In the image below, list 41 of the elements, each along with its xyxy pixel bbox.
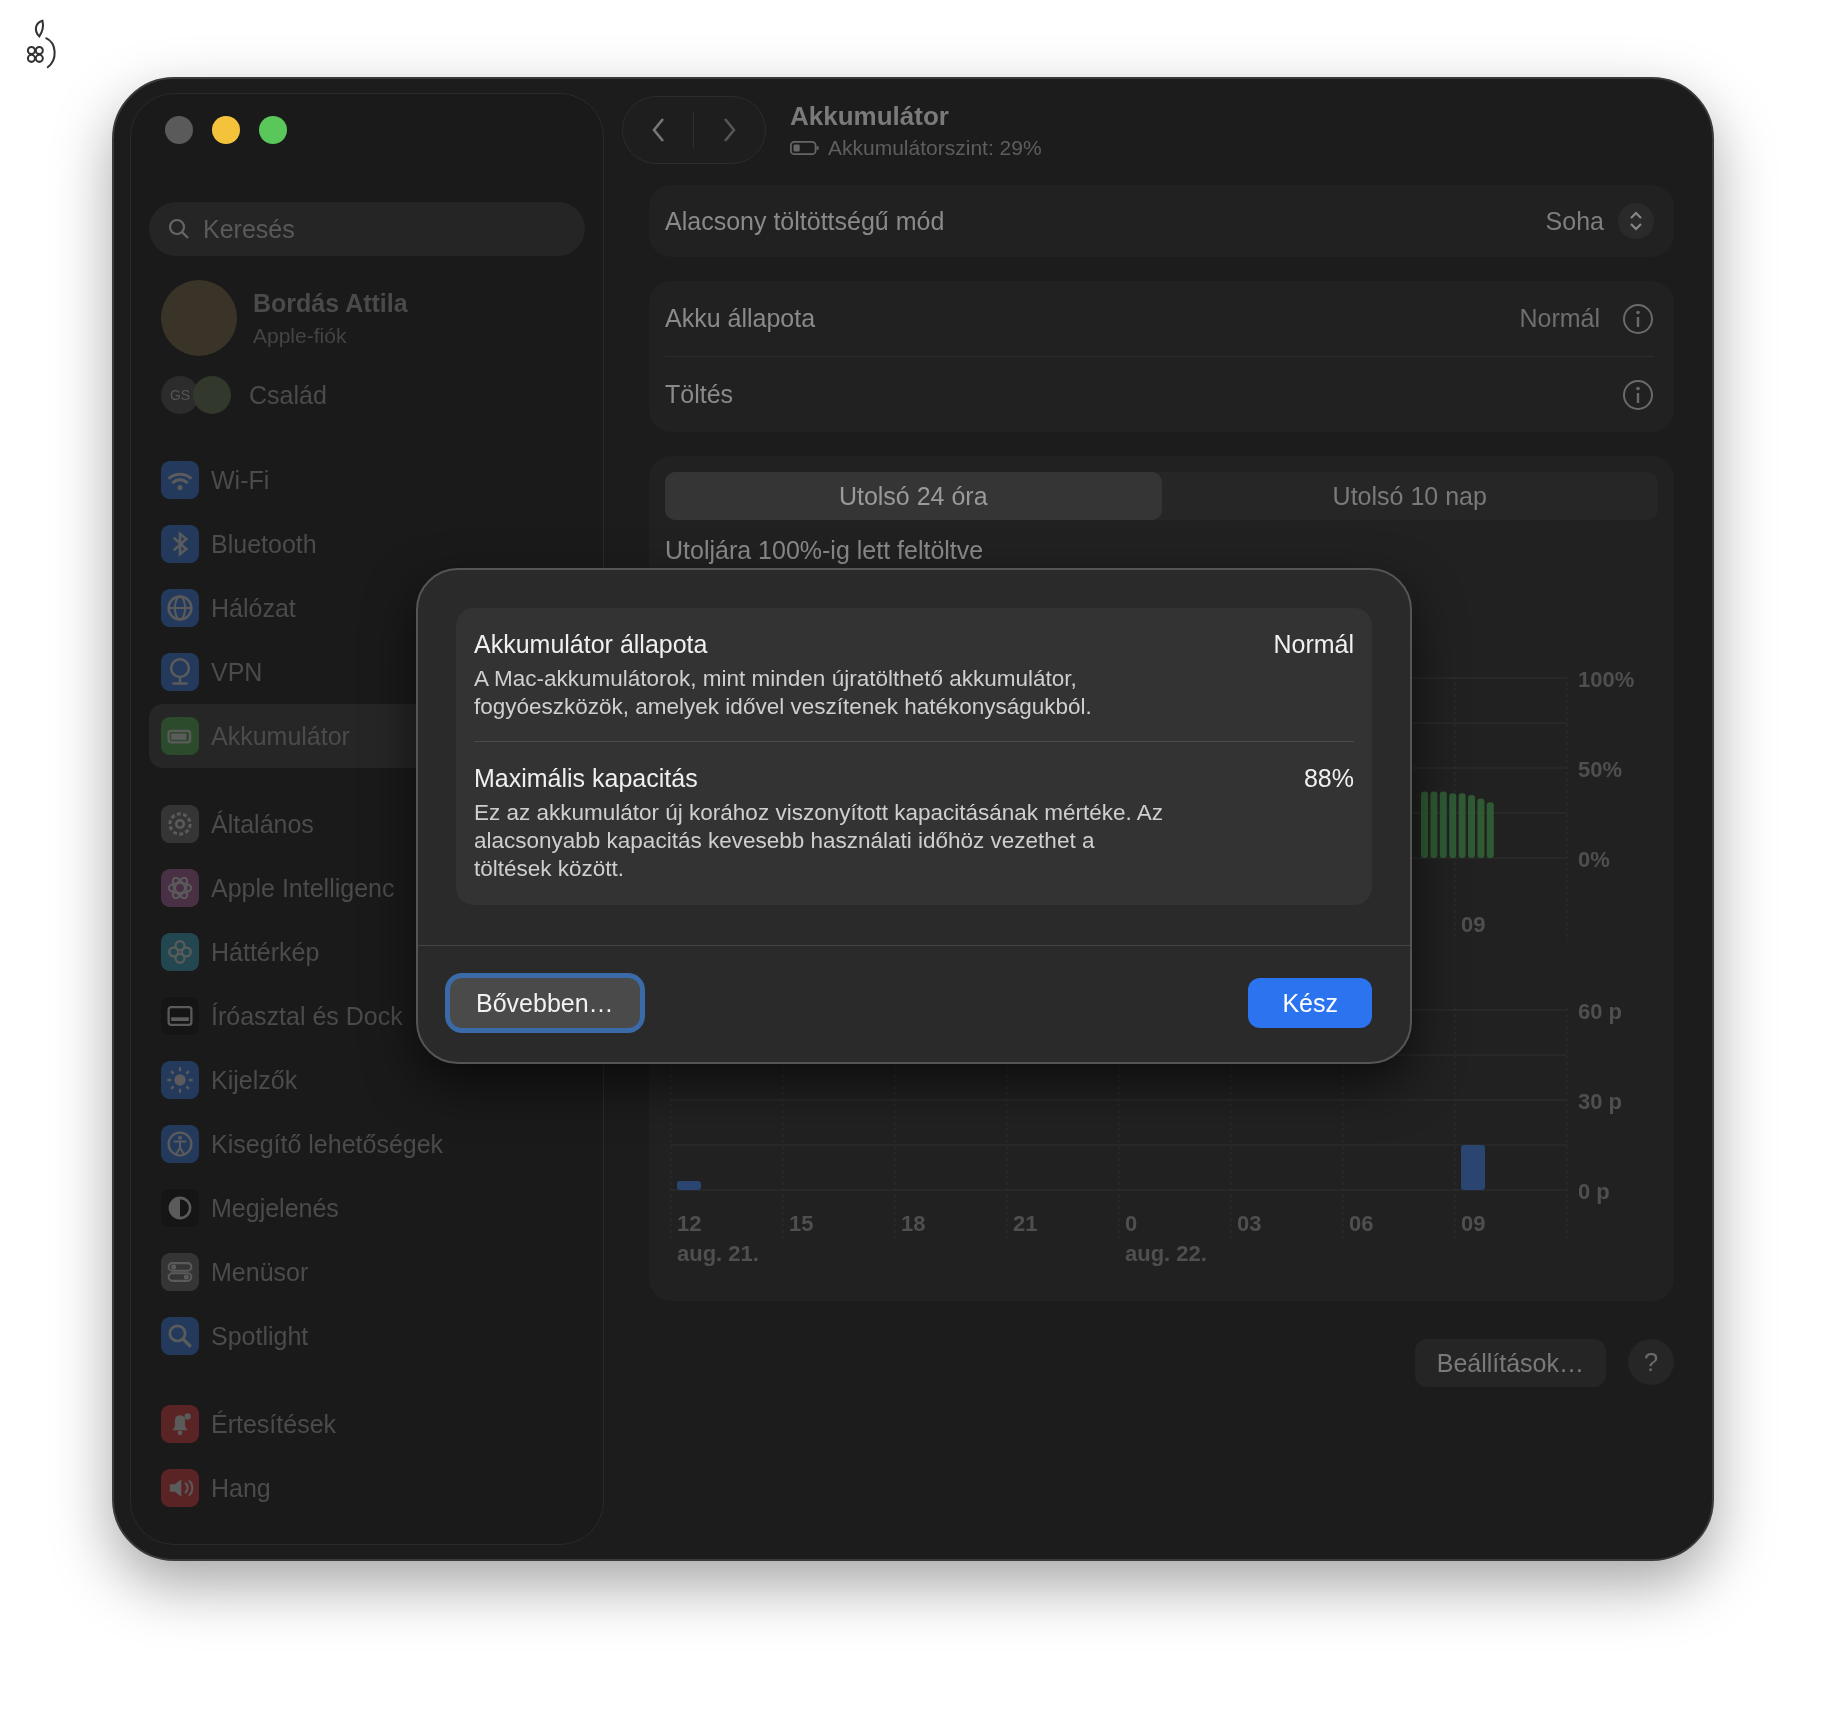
- toggles-icon: [161, 1253, 199, 1291]
- window-title: Akkumulátor: [790, 100, 950, 132]
- dock-icon: [161, 997, 199, 1035]
- gear-icon: [161, 805, 199, 843]
- low-power-mode-dropdown[interactable]: Soha: [1545, 203, 1654, 239]
- info-value: Normál: [1273, 630, 1354, 659]
- setting-label: Töltés: [665, 380, 734, 409]
- setting-label: Alacsony töltöttségű mód: [665, 206, 945, 236]
- bar: [1461, 1145, 1485, 1190]
- bell-icon: [161, 1405, 199, 1443]
- setting-value: Normál: [1519, 304, 1600, 333]
- range-tab[interactable]: Utolsó 10 nap: [1161, 472, 1658, 520]
- info-icon[interactable]: [1622, 302, 1654, 335]
- bluetooth-icon: [161, 525, 199, 563]
- bar: [1421, 791, 1428, 858]
- search-icon: [161, 1317, 199, 1355]
- info-value: 88%: [1303, 764, 1354, 793]
- setting-label: Akku állapota: [665, 304, 816, 333]
- bar: [677, 1181, 701, 1190]
- wifi-icon: [161, 461, 199, 499]
- sun-icon: [161, 1061, 199, 1099]
- info-description: Ez az akkumulátor új korához viszonyított kapacitásának mértéke. Az alacsonyabb kapacitás kevesebb használati időhöz vezethet a töltések között.: [474, 799, 1165, 883]
- search-icon: [167, 217, 191, 241]
- stepper-icon: [1618, 203, 1654, 239]
- info-icon[interactable]: [1622, 378, 1654, 411]
- settings-button[interactable]: Beállítások…: [1414, 1339, 1606, 1387]
- accessibility-icon: [161, 1125, 199, 1163]
- zoom-button[interactable]: [259, 116, 287, 144]
- close-button[interactable]: [165, 116, 193, 144]
- speaker-icon: [161, 1469, 199, 1507]
- help-button[interactable]: ?: [1628, 1339, 1674, 1385]
- avatar: [193, 376, 231, 414]
- battery-level-text: Akkumulátorszint: 29%: [828, 135, 1042, 160]
- last-charged-text: Utoljára 100%-ig lett feltöltve: [665, 536, 985, 565]
- info-title: Akkumulátor állapota: [474, 630, 708, 659]
- battery-icon: [161, 717, 199, 755]
- minimize-button[interactable]: [212, 116, 240, 144]
- battery-icon: [790, 139, 820, 156]
- bar: [1468, 795, 1475, 858]
- done-button[interactable]: Kész: [1248, 978, 1372, 1028]
- range-tab[interactable]: Utolsó 24 óra: [665, 472, 1162, 520]
